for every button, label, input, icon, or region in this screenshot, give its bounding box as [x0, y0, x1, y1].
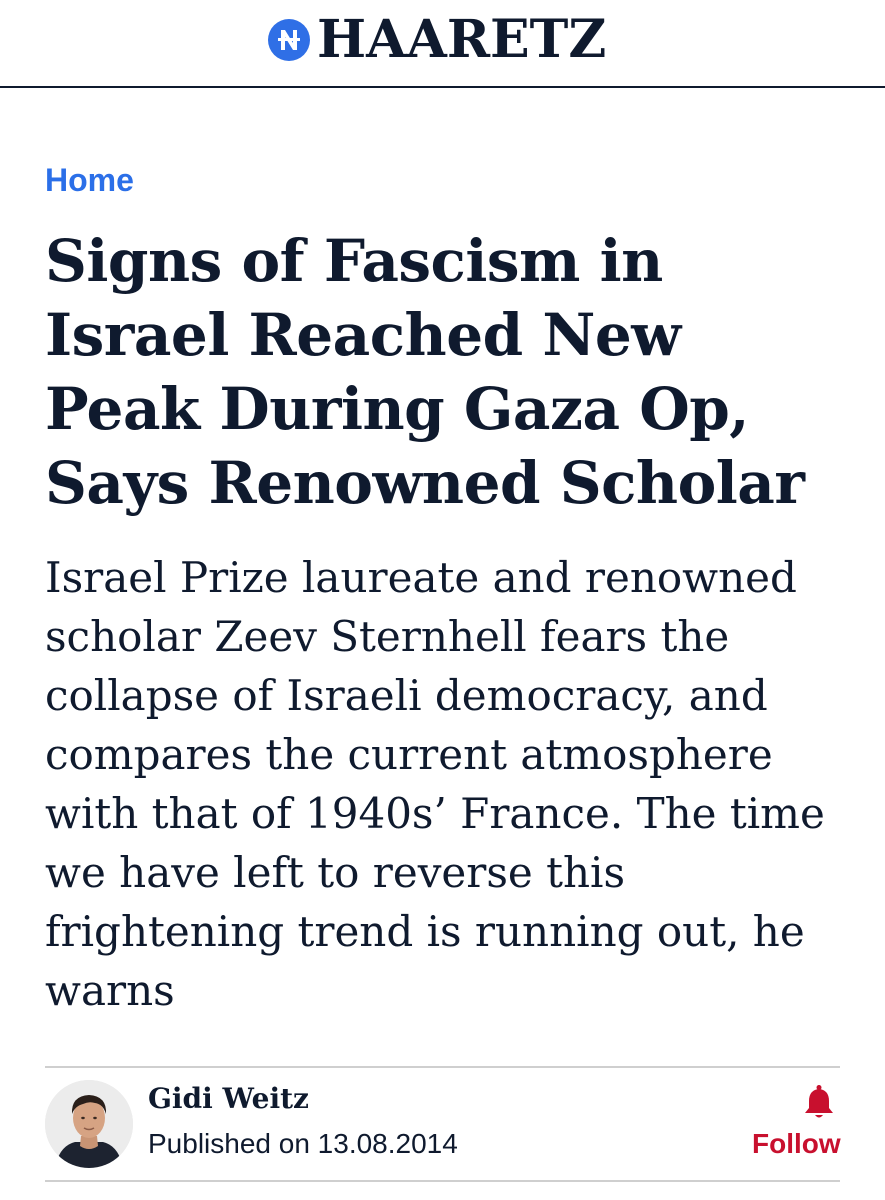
- article-headline: Signs of Fascism in Israel Reached New P…: [45, 227, 805, 517]
- author-avatar[interactable]: [45, 1080, 133, 1168]
- haaretz-logo[interactable]: HAARETZ: [268, 14, 606, 66]
- bell-icon: [802, 1084, 836, 1120]
- breadcrumb-home-link[interactable]: Home: [45, 162, 134, 199]
- byline-divider-top: [45, 1066, 840, 1068]
- haaretz-logo-mark-icon: [268, 19, 310, 61]
- byline-divider-bottom: [45, 1180, 840, 1182]
- author-name[interactable]: Gidi Weitz: [148, 1082, 309, 1115]
- masthead: HAARETZ: [0, 0, 885, 88]
- publish-date: Published on 13.08.2014: [148, 1128, 458, 1159]
- follow-label: Follow: [752, 1128, 841, 1159]
- follow-button[interactable]: Follow: [748, 1082, 844, 1166]
- article-subheadline: Israel Prize laureate and renowned schol…: [45, 553, 825, 1015]
- haaretz-wordmark: HAARETZ: [317, 9, 607, 70]
